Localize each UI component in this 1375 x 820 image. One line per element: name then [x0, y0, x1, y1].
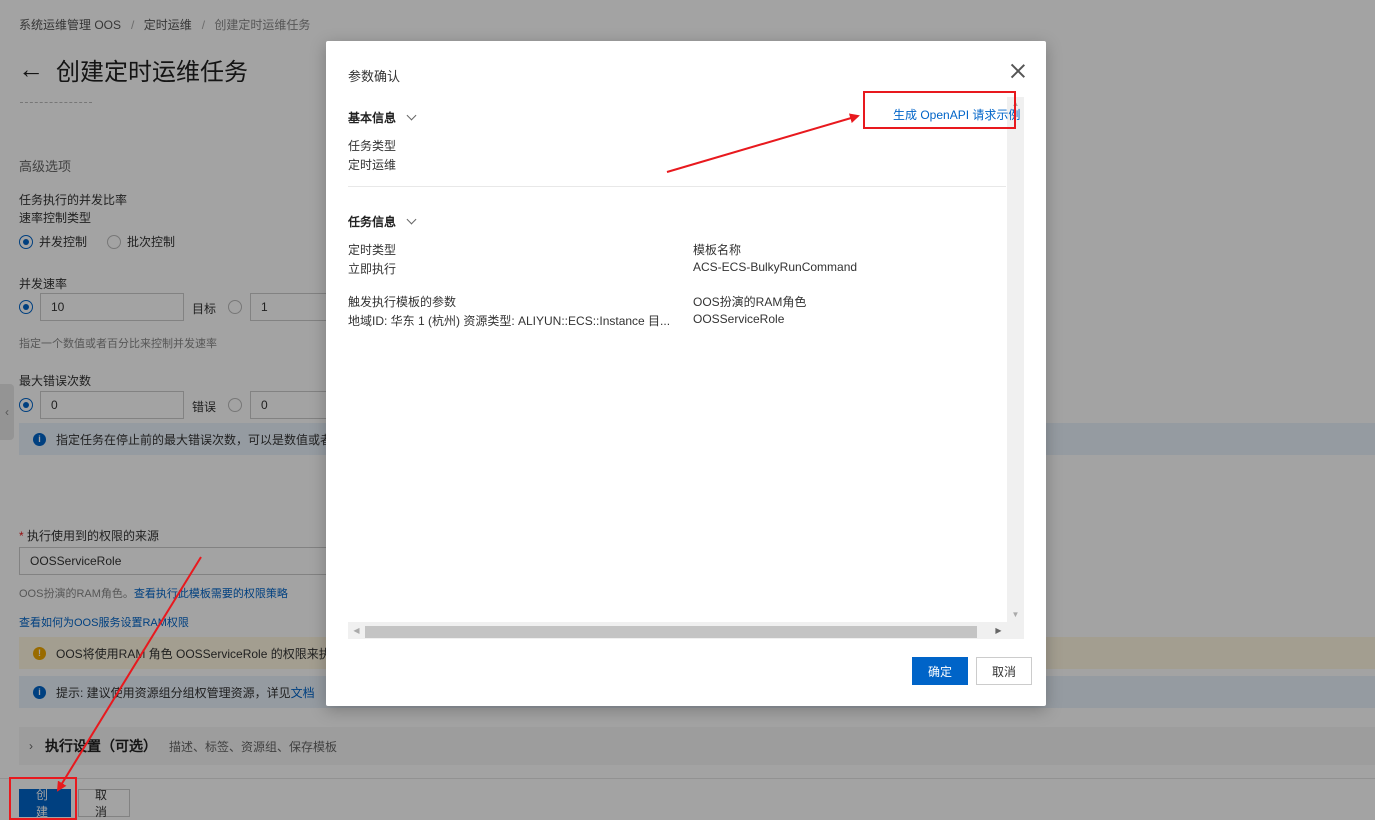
template-name-value: ACS-ECS-BulkyRunCommand: [693, 260, 858, 274]
task-info-header[interactable]: 任务信息: [348, 213, 417, 230]
template-name-label: 模板名称: [693, 243, 742, 257]
annotation-box-create: [9, 777, 77, 820]
section-divider: [348, 186, 1006, 187]
schedule-type-label: 定时类型: [348, 243, 397, 257]
basic-info-header[interactable]: 基本信息: [348, 109, 417, 126]
scroll-down-icon[interactable]: ▼: [1007, 608, 1024, 622]
dialog-scroll-area[interactable]: 基本信息 任务类型 定时运维 任务信息 定时类型 立即执行 模板名称 ACS-E…: [348, 97, 1024, 639]
annotation-box-openapi: [863, 91, 1016, 129]
dialog-footer: 确定 取消: [912, 657, 1033, 685]
vertical-scrollbar[interactable]: ▲ ▼: [1007, 97, 1024, 622]
confirm-button[interactable]: 确定: [912, 657, 969, 685]
scroll-left-icon[interactable]: ◀: [348, 622, 365, 639]
dialog-cancel-button[interactable]: 取消: [976, 657, 1033, 685]
task-info-title: 任务信息: [348, 215, 397, 229]
params-label: 触发执行模板的参数: [348, 295, 457, 309]
param-confirm-dialog: 参数确认 基本信息 任务类型 定时运维 任务信息 定时类型 立即执行 模板名称 …: [326, 41, 1046, 706]
schedule-type-value: 立即执行: [348, 262, 397, 276]
basic-info-title: 基本信息: [348, 111, 397, 125]
horizontal-scrollbar[interactable]: ◀ ▶: [348, 622, 1024, 639]
scroll-right-icon[interactable]: ▶: [990, 622, 1007, 639]
close-icon[interactable]: [1010, 63, 1026, 79]
ram-role-label: OOS扮演的RAM角色: [693, 295, 807, 309]
chevron-down-icon: [406, 110, 417, 121]
dialog-title: 参数确认: [348, 69, 401, 84]
horizontal-scroll-thumb[interactable]: [365, 626, 977, 638]
task-type-label: 任务类型: [348, 139, 397, 153]
params-value: 地域ID: 华东 1 (杭州) 资源类型: ALIYUN::ECS::Insta…: [348, 314, 671, 328]
ram-role-value: OOSServiceRole: [693, 312, 785, 326]
task-type-value: 定时运维: [348, 158, 397, 172]
chevron-down-icon: [406, 214, 417, 225]
